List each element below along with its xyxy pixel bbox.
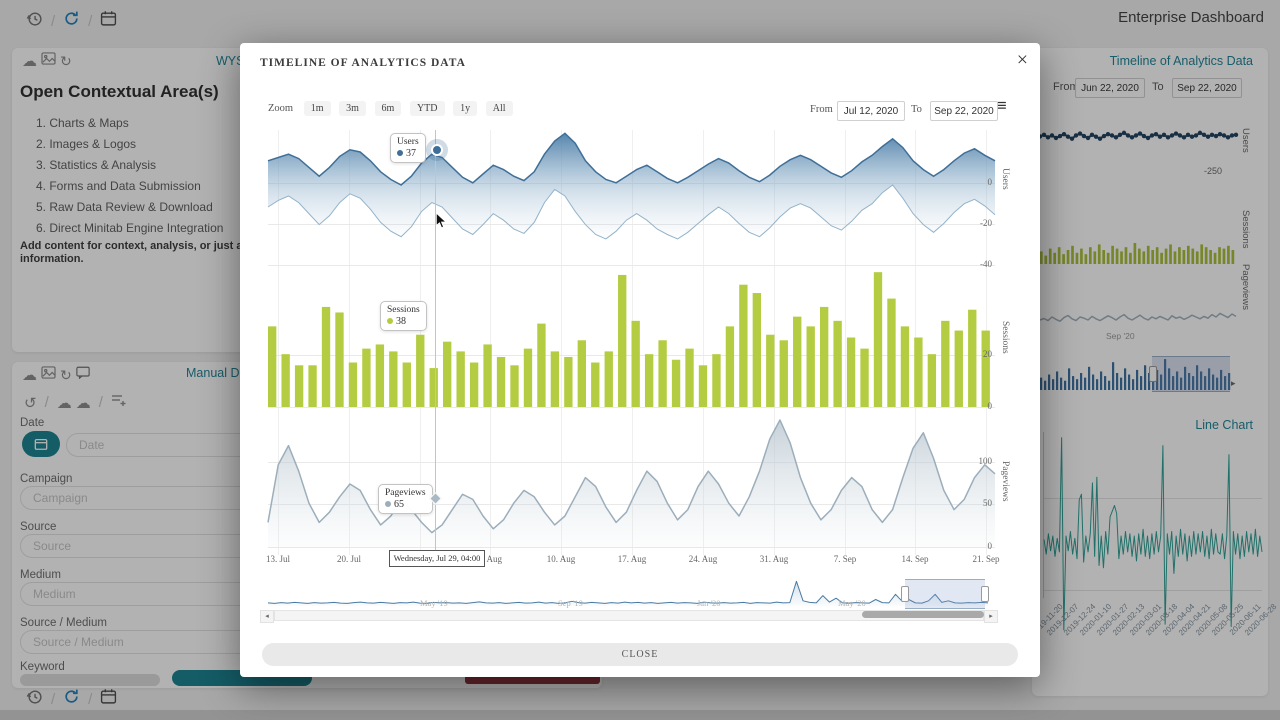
zoom-1m-button[interactable]: 1m: [304, 101, 331, 116]
x-tick: 7. Sep: [815, 554, 875, 564]
x-tick: 20. Jul: [319, 554, 379, 564]
x-tick: 13. Jul: [248, 554, 308, 564]
sessions-tick: 20: [964, 349, 992, 359]
users-marker: [431, 144, 443, 156]
navigator-tick: Jan '20: [697, 598, 721, 608]
tooltip-title: Pageviews: [385, 488, 426, 498]
mouse-cursor: [436, 213, 448, 229]
users-tick: -20: [964, 218, 992, 228]
users-tick: -40: [964, 259, 992, 269]
to-label: To: [911, 104, 922, 115]
navigator-selection[interactable]: [905, 579, 985, 609]
series-dot: [397, 150, 403, 156]
zoom-6m-button[interactable]: 6m: [375, 101, 402, 116]
sessions-tooltip: Sessions 38: [380, 301, 427, 331]
pageviews-tick: 0: [964, 541, 992, 551]
navigator-handle-left[interactable]: [901, 586, 909, 602]
scrollbar-right-icon[interactable]: ▸: [984, 610, 998, 623]
navigator-tick: Sep '19: [558, 598, 583, 608]
scrollbar-thumb[interactable]: [862, 611, 984, 618]
x-tick: 14. Sep: [885, 554, 945, 564]
navigator-handle-right[interactable]: [981, 586, 989, 602]
tooltip-value: 65: [394, 499, 404, 510]
range-to-input[interactable]: [930, 101, 998, 121]
scrollbar-left-icon[interactable]: ◂: [260, 610, 274, 623]
tooltip-value: 37: [406, 148, 416, 159]
close-icon[interactable]: ×: [1017, 49, 1028, 72]
tooltip-title: Sessions: [387, 305, 420, 315]
zoom-toolbar: Zoom 1m 3m 6m YTD 1y All: [268, 101, 519, 116]
sessions-tick: 0: [964, 401, 992, 411]
range-from-input[interactable]: [837, 101, 905, 121]
navigator-tick: May '20: [838, 598, 866, 608]
zoom-1y-button[interactable]: 1y: [453, 101, 477, 116]
zoom-3m-button[interactable]: 3m: [339, 101, 366, 116]
zoom-all-button[interactable]: All: [486, 101, 513, 116]
chart-menu-icon[interactable]: ≡: [997, 96, 1007, 116]
sessions-axis-title: Sessions: [1000, 321, 1010, 354]
x-tick: 17. Aug: [602, 554, 662, 564]
x-tick: 21. Sep: [956, 554, 1016, 564]
users-tick: 0: [964, 177, 992, 187]
series-dot: [387, 318, 393, 324]
series-dot: [385, 501, 391, 507]
pageviews-area-chart: [268, 420, 995, 548]
users-tooltip: Users 37: [390, 133, 426, 163]
pageviews-tick: 50: [964, 498, 992, 508]
zoom-ytd-button[interactable]: YTD: [410, 101, 445, 116]
pageviews-tooltip: Pageviews 65: [378, 484, 433, 514]
x-tick: 31. Aug: [744, 554, 804, 564]
sessions-bar-chart: [268, 268, 995, 407]
pageviews-axis-title: Pageviews: [1000, 461, 1010, 502]
timeline-modal: TIMELINE OF ANALYTICS DATA × Zoom 1m 3m …: [240, 43, 1040, 677]
navigator-tick: May '19: [420, 598, 448, 608]
tooltip-value: 38: [396, 316, 406, 327]
users-axis-title: Users: [1000, 168, 1010, 190]
gridline: [268, 407, 995, 408]
crosshair-label: Wednesday, Jul 29, 04:00: [389, 550, 485, 567]
x-tick: 10. Aug: [531, 554, 591, 564]
modal-title: TIMELINE OF ANALYTICS DATA: [260, 57, 466, 69]
pageviews-tick: 100: [964, 456, 992, 466]
tooltip-title: Users: [397, 137, 419, 147]
gridline: [268, 265, 995, 266]
close-button[interactable]: CLOSE: [262, 643, 1018, 666]
users-area-chart: [268, 130, 995, 240]
zoom-label: Zoom: [268, 103, 293, 114]
x-tick: 24. Aug: [673, 554, 733, 564]
from-label: From: [810, 104, 833, 115]
navigator-chart[interactable]: [268, 580, 988, 606]
